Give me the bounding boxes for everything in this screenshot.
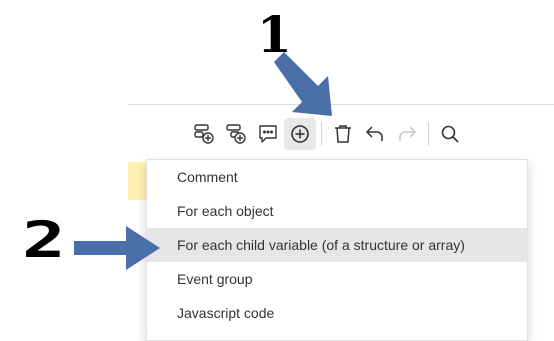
redo-button[interactable] — [391, 118, 423, 150]
add-other-icon — [289, 123, 311, 145]
arrow-1-icon — [274, 52, 332, 116]
redo-icon — [396, 123, 418, 145]
menu-item-event-group[interactable]: Event group — [147, 262, 527, 296]
undo-button[interactable] — [359, 118, 391, 150]
menu-item-for-each-object[interactable]: For each object — [147, 194, 527, 228]
menu-item-for-each-child-variable[interactable]: For each child variable (of a structure … — [147, 228, 527, 262]
add-other-menu: Comment For each object For each child v… — [146, 159, 528, 341]
delete-button[interactable] — [327, 118, 359, 150]
add-event-icon — [193, 123, 215, 145]
add-comment-icon — [257, 123, 279, 145]
undo-icon — [364, 123, 386, 145]
delete-icon — [332, 123, 354, 145]
add-subevent-icon — [225, 123, 247, 145]
toolbar-separator — [428, 122, 429, 146]
search-icon — [439, 123, 461, 145]
add-event-button[interactable] — [188, 118, 220, 150]
arrow-2-icon — [74, 226, 160, 270]
step-2-label: 2 — [22, 211, 66, 269]
toolbar-separator — [321, 122, 322, 146]
add-other-button[interactable] — [284, 118, 316, 150]
search-button[interactable] — [434, 118, 466, 150]
menu-item-javascript-code[interactable]: Javascript code — [147, 296, 527, 330]
add-comment-button[interactable] — [252, 118, 284, 150]
add-subevent-button[interactable] — [220, 118, 252, 150]
menu-item-comment[interactable]: Comment — [147, 160, 527, 194]
